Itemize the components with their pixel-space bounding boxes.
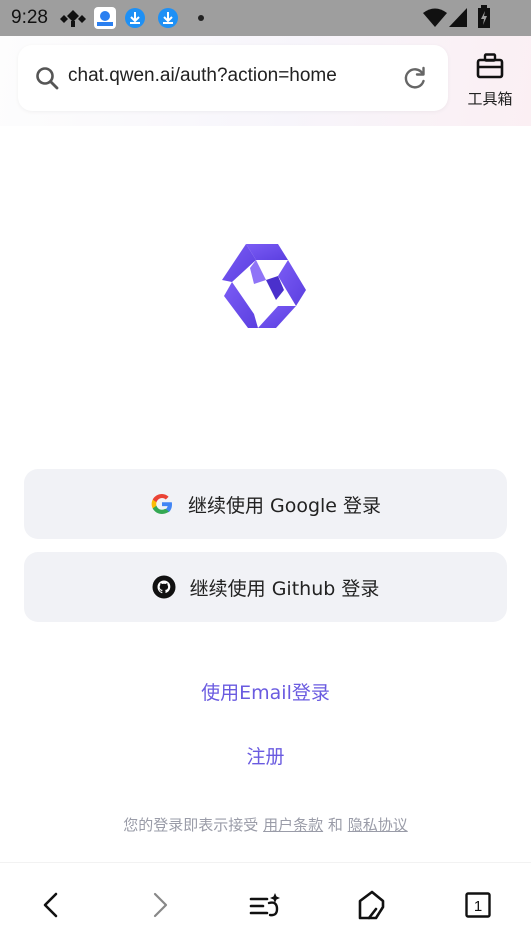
github-login-label: 继续使用 Github 登录 <box>189 577 380 600</box>
download-icon <box>158 8 178 28</box>
google-login-label: 继续使用 Google 登录 <box>187 494 382 517</box>
dot-icon <box>198 15 204 21</box>
tab-count: 1 <box>474 898 482 915</box>
back-button[interactable] <box>31 885 71 925</box>
user-terms-link[interactable]: 用户条款 <box>263 816 323 834</box>
github-login-button[interactable]: 继续使用 Github 登录 <box>24 552 507 622</box>
email-login-link[interactable]: 使用Email登录 <box>0 678 531 705</box>
qq-browser-icon <box>94 7 116 29</box>
cell-signal-icon <box>449 8 467 27</box>
browser-header: chat.qwen.ai/auth?action=home 工具箱 <box>0 36 531 126</box>
address-bar[interactable]: chat.qwen.ai/auth?action=home <box>18 45 448 111</box>
terms-prefix: 您的登录即表示接受 <box>123 816 259 834</box>
tabs-button[interactable]: 1 <box>458 885 498 925</box>
menu-icon <box>249 893 280 917</box>
forward-button[interactable] <box>140 885 180 925</box>
menu-button[interactable] <box>245 885 285 925</box>
home-icon <box>358 890 385 920</box>
status-bar: 9:28 <box>0 0 531 36</box>
tabs-icon: 1 <box>465 892 491 918</box>
register-link[interactable]: 注册 <box>0 742 531 769</box>
battery-icon <box>478 5 490 28</box>
toolbox-button[interactable]: 工具箱 <box>460 50 520 110</box>
bottom-navigation: 1 <box>0 862 531 944</box>
terms-and: 和 <box>327 816 343 834</box>
url-text[interactable]: chat.qwen.ai/auth?action=home <box>68 65 337 87</box>
chevron-right-icon <box>153 892 168 918</box>
toolbox-icon <box>476 53 504 79</box>
toolbox-label: 工具箱 <box>467 90 513 108</box>
status-time: 9:28 <box>11 7 48 28</box>
reload-icon[interactable] <box>402 65 428 91</box>
qwen-logo-icon <box>222 244 306 328</box>
home-button[interactable] <box>351 885 391 925</box>
screen: 9:28 chat.qwen.ai/auth?action=home 工具箱 继… <box>0 0 531 944</box>
google-login-button[interactable]: 继续使用 Google 登录 <box>24 469 507 539</box>
chevron-left-icon <box>43 892 58 918</box>
search-icon <box>36 67 59 90</box>
wifi-icon <box>423 8 447 27</box>
terms-notice: 您的登录即表示接受 用户条款 和 隐私协议 <box>0 814 531 835</box>
github-icon <box>152 575 176 599</box>
google-icon <box>151 494 172 514</box>
signal-app-icon <box>60 10 86 27</box>
privacy-policy-link[interactable]: 隐私协议 <box>348 816 408 834</box>
download-icon <box>125 8 145 28</box>
